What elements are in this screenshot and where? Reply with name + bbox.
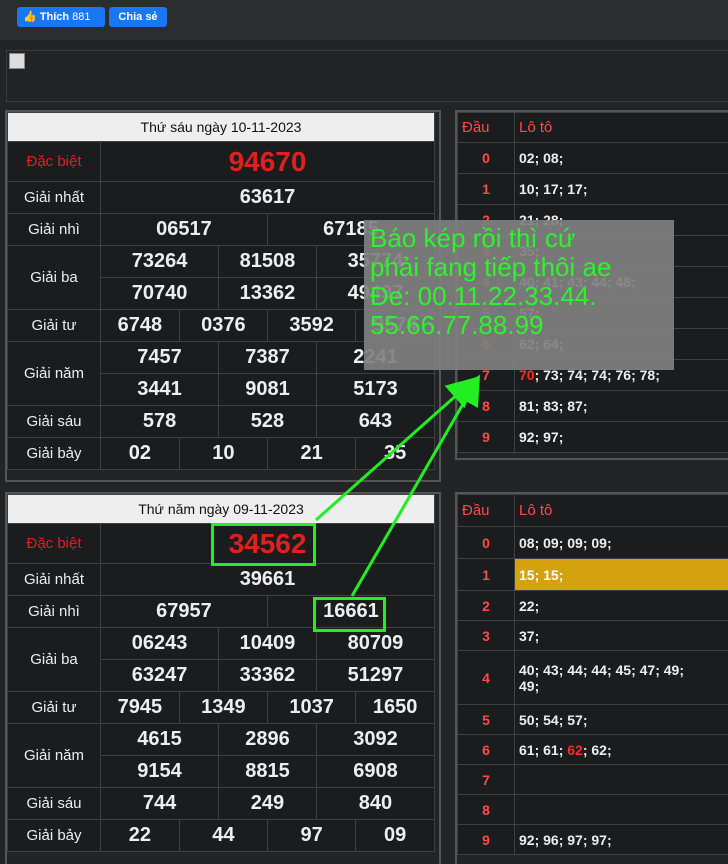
arrow-line xyxy=(316,385,468,520)
annotation-arrows xyxy=(0,0,728,859)
note-line: phải fang tiếp thôi ae xyxy=(370,253,674,282)
note-line: 55.66.77.88.99 xyxy=(370,311,674,340)
note-line: Báo kép rồi thì cứ xyxy=(370,224,674,253)
arrow-line xyxy=(352,385,474,596)
note-line: Đe: 00.11.22.33.44. xyxy=(370,282,674,311)
annotation-note: Báo kép rồi thì cứ phải fang tiếp thôi a… xyxy=(364,220,674,370)
